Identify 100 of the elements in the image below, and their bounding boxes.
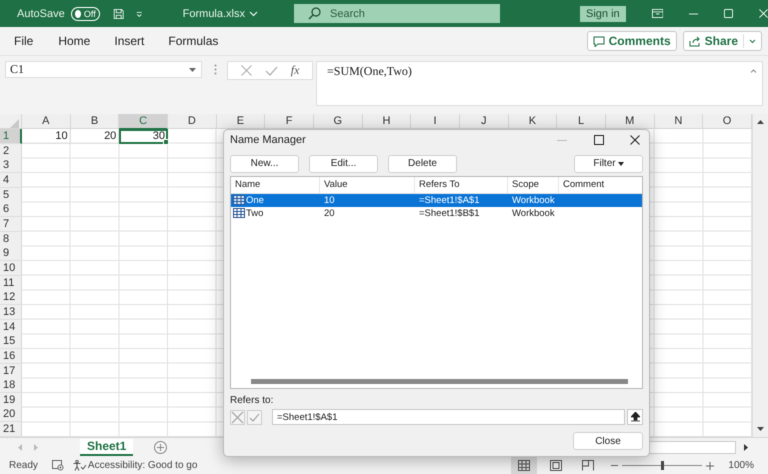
save-icon[interactable]	[112, 6, 124, 20]
row-header[interactable]: 6	[0, 202, 22, 218]
dialog-button[interactable]: Edit...	[309, 154, 378, 173]
row-header[interactable]: 5	[0, 188, 22, 203]
sheet-tab[interactable]: Sheet1	[80, 438, 134, 456]
row-header[interactable]: 7	[0, 216, 22, 232]
search-icon	[308, 7, 321, 20]
normal-view-button[interactable]	[511, 456, 538, 474]
row-header[interactable]: 2	[0, 144, 22, 159]
share-icon	[688, 36, 701, 46]
enter-icon	[247, 410, 262, 424]
row-header[interactable]: 18	[0, 378, 22, 394]
formula-field[interactable]: =SUM(One,Two)	[316, 61, 763, 106]
caret-icon	[749, 38, 756, 44]
row-header[interactable]: 12	[0, 290, 22, 306]
table-icon	[233, 195, 245, 206]
row-header[interactable]: 8	[0, 232, 22, 247]
file-name[interactable]: Formula.xlsx	[182, 8, 258, 20]
accessibility-status[interactable]: Accessibility: Good to go	[72, 460, 198, 471]
menu-tab[interactable]: Insert	[114, 34, 144, 48]
column-header[interactable]: Scope	[508, 176, 559, 193]
reference-text: =Sheet1!$B$1	[418, 208, 480, 219]
upload-icon	[630, 412, 640, 422]
refers-to-field[interactable]: =Sheet1!$A$1	[272, 409, 625, 425]
refers-to-label: Refers to:	[230, 395, 274, 406]
cancel-icon	[230, 410, 245, 424]
sign-in-button[interactable]: Sign in	[580, 6, 626, 22]
dropdown-icon[interactable]	[136, 10, 143, 18]
filter-button[interactable]: Filter	[574, 154, 643, 173]
list-row[interactable]: One 10 =Sheet1!$A$1 Workbook	[231, 194, 642, 207]
name-text: Two	[246, 208, 264, 219]
macro-recording-icon[interactable]	[52, 460, 64, 471]
comment-icon	[592, 36, 605, 46]
add-sheet-icon[interactable]	[154, 440, 168, 454]
autosave-toggle[interactable]: Off	[70, 6, 100, 20]
scroll-down-icon[interactable]	[757, 427, 764, 431]
collapse-dialog-button[interactable]	[627, 409, 643, 425]
row-header[interactable]: 16	[0, 348, 22, 364]
column-header[interactable]: Value	[320, 176, 415, 193]
row-header[interactable]: 9	[0, 246, 22, 262]
table-icon	[233, 208, 245, 218]
maximize-icon[interactable]	[594, 135, 604, 146]
value-text: 20	[323, 208, 336, 219]
comments-button[interactable]: Comments	[586, 31, 677, 51]
grid-icon	[518, 460, 530, 471]
share-button[interactable]: Share	[682, 31, 762, 51]
row-header[interactable]: 3	[0, 158, 22, 174]
caret-icon	[189, 68, 196, 72]
vertical-scrollbar[interactable]	[752, 114, 768, 437]
autosave-label: AutoSave	[17, 8, 65, 20]
scope-text: Workbook	[511, 208, 556, 219]
name-box[interactable]: C1	[5, 61, 202, 78]
zoom-level[interactable]: 100%	[728, 460, 754, 471]
horizontal-scrollbar[interactable]	[251, 379, 628, 384]
close-button[interactable]: Close	[573, 432, 643, 450]
minimize-icon[interactable]	[689, 12, 698, 14]
menu-tab[interactable]: Home	[58, 34, 90, 48]
scope-text: Workbook	[511, 194, 556, 206]
status-text: Ready	[9, 460, 38, 471]
menu-tab[interactable]: Formulas	[168, 34, 218, 48]
close-icon[interactable]	[630, 135, 640, 146]
search-field[interactable]: Search	[294, 4, 500, 23]
caret-icon	[618, 162, 624, 166]
row-header[interactable]: 19	[0, 392, 22, 408]
page-icon	[550, 460, 562, 471]
column-header[interactable]: C	[119, 114, 168, 130]
caret-icon	[249, 10, 258, 16]
page-break-icon	[582, 460, 594, 471]
dialog-button[interactable]: New...	[230, 154, 299, 173]
column-header[interactable]: Name	[231, 176, 320, 193]
row-header[interactable]: 1	[0, 129, 22, 144]
table-cell[interactable]: 30	[119, 129, 168, 144]
row-header[interactable]: 13	[0, 304, 22, 320]
row-header[interactable]: 15	[0, 334, 22, 350]
value-text: 10	[323, 194, 336, 206]
ribbon-display-icon[interactable]	[652, 8, 664, 19]
row-header[interactable]: 11	[0, 276, 22, 291]
row-header[interactable]: 17	[0, 364, 22, 378]
zoom-in-icon[interactable]	[706, 462, 714, 470]
row-header[interactable]: 20	[0, 407, 22, 422]
row-header[interactable]: 4	[0, 172, 22, 188]
reference-text: =Sheet1!$A$1	[418, 194, 480, 206]
row-header[interactable]: 14	[0, 320, 22, 335]
row-header[interactable]: 10	[0, 260, 22, 276]
list-row[interactable]: Two 20 =Sheet1!$B$1 Workbook	[231, 206, 642, 220]
table-cell[interactable]: 10	[22, 129, 71, 144]
menu-tab[interactable]: File	[14, 34, 34, 48]
row-header[interactable]: 21	[0, 422, 22, 438]
name-text: One	[246, 194, 264, 206]
accessibility-icon	[72, 460, 86, 471]
more-icon[interactable]	[214, 64, 217, 75]
dialog-button[interactable]: Delete	[388, 154, 457, 173]
column-header[interactable]: Refers To	[415, 176, 508, 193]
scroll-up-icon[interactable]	[757, 120, 764, 124]
insert-function-button[interactable]: fx	[290, 63, 300, 78]
minimize-icon	[557, 140, 567, 141]
scroll-right-icon[interactable]	[744, 444, 748, 450]
column-header[interactable]: Comment	[559, 176, 642, 193]
collapse-icon[interactable]	[750, 69, 757, 73]
dialog-title: Name Manager	[230, 134, 306, 146]
